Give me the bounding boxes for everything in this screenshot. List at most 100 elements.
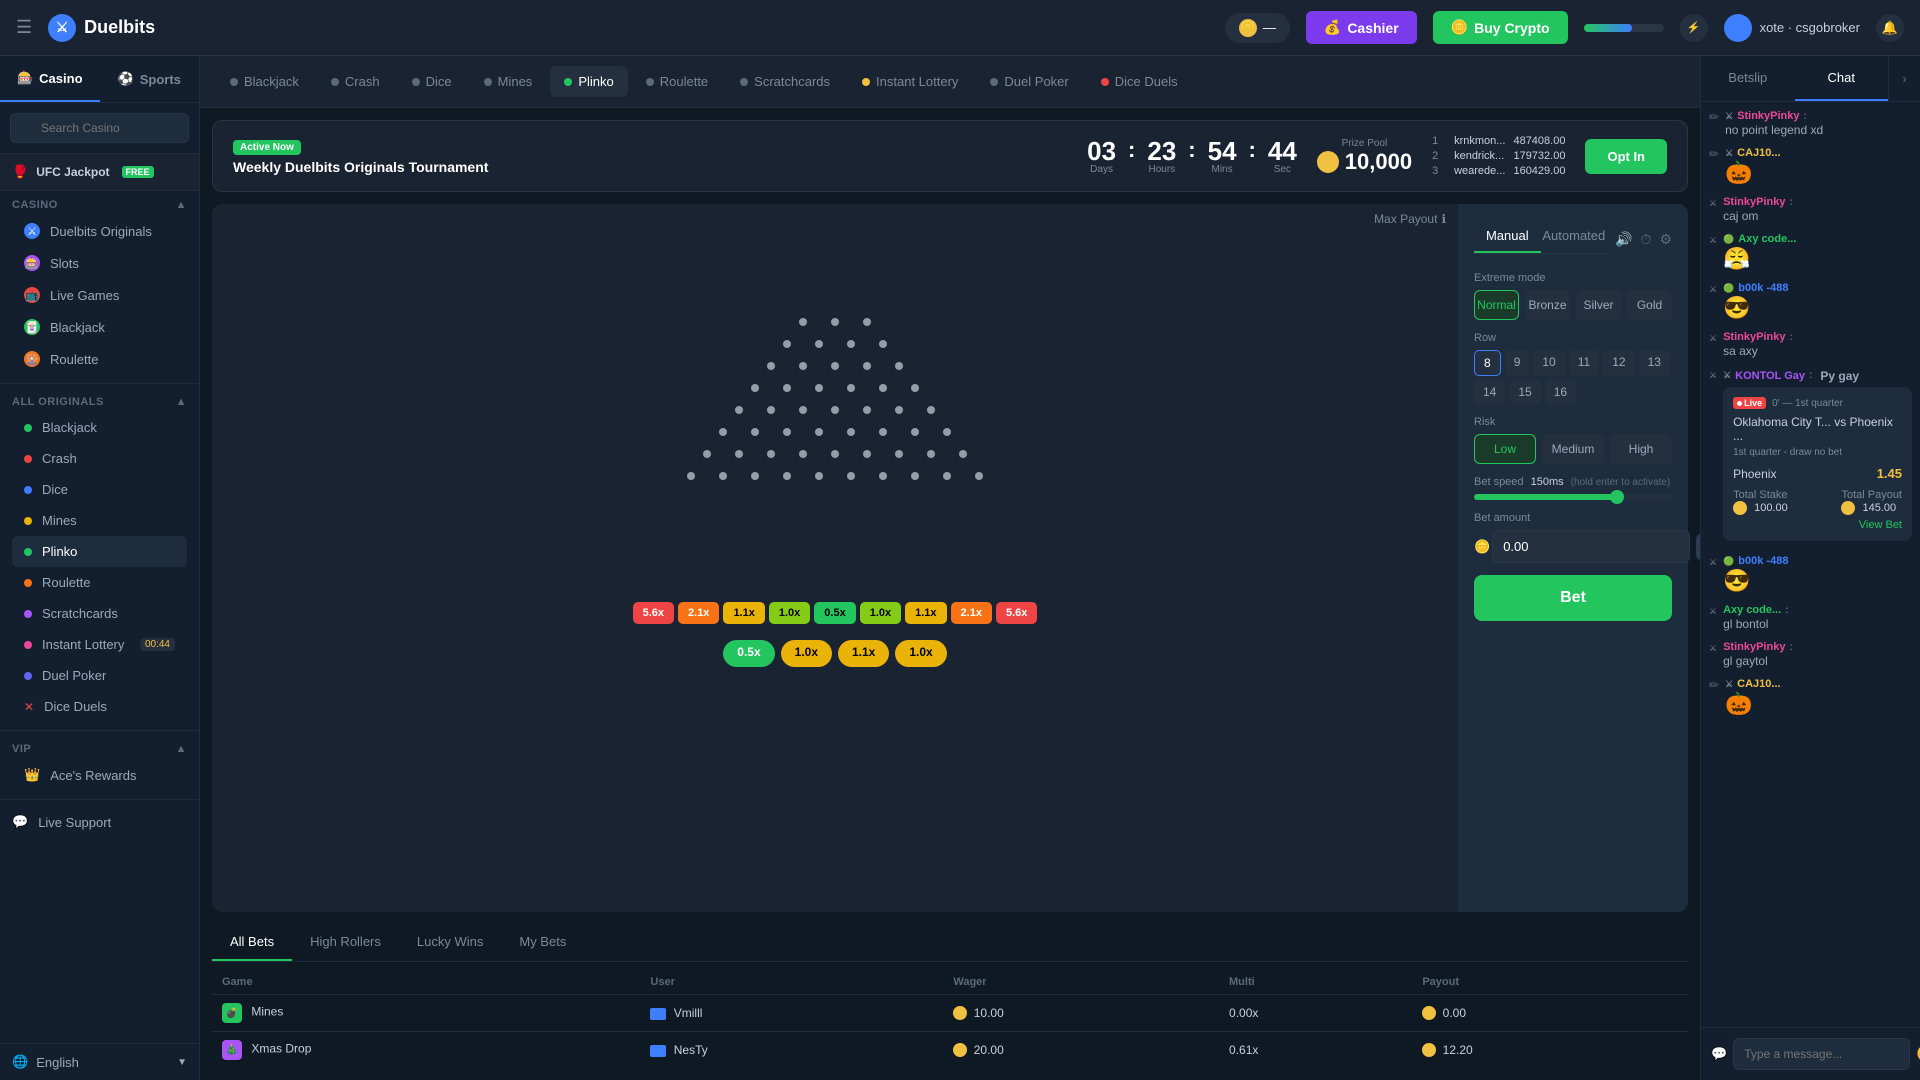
tab-high-rollers[interactable]: High Rollers — [292, 924, 399, 961]
bet-button[interactable]: Bet — [1474, 575, 1672, 621]
sidebar-item-aces-rewards[interactable]: 👑 Ace's Rewards — [12, 759, 187, 791]
originals-section-header[interactable]: All Originals ▲ — [12, 396, 187, 408]
sidebar-item-plinko[interactable]: Plinko — [12, 536, 187, 567]
bets-tabs: All Bets High Rollers Lucky Wins My Bets — [212, 924, 1688, 962]
logo-icon: ⚔ — [48, 14, 76, 42]
tab-manual[interactable]: Manual — [1474, 220, 1541, 253]
risk-high[interactable]: High — [1610, 434, 1672, 464]
cashier-icon: 💰 — [1324, 19, 1341, 36]
chat-bubble: 🟢 Axy code... 😤 — [1723, 233, 1912, 272]
tab-my-bets[interactable]: My Bets — [501, 924, 584, 961]
row-option-14[interactable]: 14 — [1474, 380, 1505, 404]
sidebar-item-live-support[interactable]: 💬 Live Support — [0, 804, 199, 840]
recent-bet-chip[interactable]: 0.5x — [723, 640, 774, 667]
prize-coin-icon — [1317, 151, 1339, 173]
bet-amount-input[interactable] — [1492, 530, 1690, 563]
originals-icon: ⚔ — [24, 223, 40, 239]
chat-input[interactable] — [1733, 1038, 1910, 1070]
ufc-jackpot[interactable]: 🥊 UFC Jackpot FREE — [0, 154, 199, 191]
option-silver[interactable]: Silver — [1576, 290, 1621, 320]
sidebar-item-blackjack[interactable]: 🃏 Blackjack — [12, 311, 187, 343]
vip-section-header[interactable]: VIP ▲ — [12, 743, 187, 755]
nav-instant-lottery[interactable]: Instant Lottery — [848, 66, 972, 97]
tab-automated[interactable]: Automated — [1541, 220, 1608, 253]
settings-icon[interactable]: ⚙ — [1659, 231, 1672, 248]
tab-all-bets[interactable]: All Bets — [212, 924, 292, 961]
row-option-13[interactable]: 13 — [1639, 350, 1670, 376]
bet-speed-slider[interactable] — [1474, 494, 1672, 500]
sword-badge: ⚔ — [1709, 235, 1717, 246]
nav-dice-duels[interactable]: Dice Duels — [1087, 66, 1192, 97]
sport-embed-header: Live 0' — 1st quarter — [1733, 397, 1902, 409]
recent-bet-chip[interactable]: 1.1x — [838, 640, 889, 667]
option-gold[interactable]: Gold — [1627, 290, 1672, 320]
multiplier-box: 1.1x — [905, 602, 946, 624]
option-bronze[interactable]: Bronze — [1525, 290, 1570, 320]
history-icon[interactable]: ⏱ — [1641, 231, 1652, 248]
row-option-15[interactable]: 15 — [1509, 380, 1540, 404]
payout-coin — [1422, 1006, 1436, 1020]
volume-icon[interactable]: 🔊 — [1615, 231, 1632, 248]
opt-in-button[interactable]: Opt In — [1585, 139, 1667, 174]
wager-coin — [953, 1006, 967, 1020]
right-chat-panel: Betslip Chat › ✏ ⚔ StinkyPinky : no poin… — [1700, 56, 1920, 1080]
sidebar-item-roulette[interactable]: 🎡 Roulette — [12, 343, 187, 375]
nav-dice[interactable]: Dice — [398, 66, 466, 97]
risk-low[interactable]: Low — [1474, 434, 1536, 464]
sidebar-item-mines[interactable]: Mines — [12, 505, 187, 536]
tab-lucky-wins[interactable]: Lucky Wins — [399, 924, 501, 961]
notification-bell[interactable]: 🔔 — [1876, 14, 1904, 42]
bets-section: All Bets High Rollers Lucky Wins My Bets… — [200, 924, 1700, 1080]
casino-section-header[interactable]: Casino ▲ — [12, 199, 187, 211]
sidebar-item-roulette-orig[interactable]: Roulette — [12, 567, 187, 598]
wager-cell: 20.00 — [943, 1032, 1219, 1069]
option-normal[interactable]: Normal — [1474, 290, 1519, 320]
sidebar-item-scratchcards[interactable]: Scratchcards — [12, 598, 187, 629]
sidebar-item-duelbits-originals[interactable]: ⚔ Duelbits Originals — [12, 215, 187, 247]
expand-icon[interactable]: › — [1888, 56, 1920, 101]
peg — [783, 340, 791, 348]
row-option-16[interactable]: 16 — [1545, 380, 1576, 404]
nav-crash[interactable]: Crash — [317, 66, 394, 97]
language-selector[interactable]: 🌐 English ▼ — [0, 1043, 199, 1080]
tab-chat[interactable]: Chat — [1795, 56, 1889, 101]
view-bet-button[interactable]: View Bet — [1733, 519, 1902, 531]
sidebar-tab-sports[interactable]: ⚽ Sports — [100, 56, 200, 102]
cashier-button[interactable]: 💰 Cashier — [1306, 11, 1417, 44]
buy-crypto-button[interactable]: 🪙 Buy Crypto — [1433, 11, 1568, 44]
recent-bet-chip[interactable]: 1.0x — [895, 640, 946, 667]
row-option-12[interactable]: 12 — [1603, 350, 1634, 376]
chat-tabs: Betslip Chat › — [1701, 56, 1920, 102]
tab-betslip[interactable]: Betslip — [1701, 56, 1795, 101]
nav-mines[interactable]: Mines — [470, 66, 547, 97]
bet-speed-thumb[interactable] — [1610, 490, 1624, 504]
row-option-10[interactable]: 10 — [1533, 350, 1564, 376]
nav-blackjack[interactable]: Blackjack — [216, 66, 313, 97]
row-option-8[interactable]: 8 — [1474, 350, 1501, 376]
nav-roulette[interactable]: Roulette — [632, 66, 722, 97]
sidebar-tab-casino[interactable]: 🎰 Casino — [0, 56, 100, 102]
recent-bet-chip[interactable]: 1.0x — [781, 640, 832, 667]
sidebar-item-instant-lottery[interactable]: Instant Lottery 00:44 — [12, 629, 187, 660]
row-option-9[interactable]: 9 — [1505, 350, 1530, 376]
nav-duel-poker[interactable]: Duel Poker — [976, 66, 1082, 97]
peg — [815, 428, 823, 436]
sidebar-item-crash[interactable]: Crash — [12, 443, 187, 474]
peg — [847, 340, 855, 348]
row-option-11[interactable]: 11 — [1569, 350, 1599, 376]
hamburger-icon[interactable]: ☰ — [16, 17, 32, 38]
emoji-button[interactable]: 😊 — [1916, 1044, 1920, 1064]
sidebar-item-duel-poker[interactable]: Duel Poker — [12, 660, 187, 691]
sidebar-item-live-games[interactable]: 📺 Live Games — [12, 279, 187, 311]
sidebar-item-dice-duels[interactable]: ✕ Dice Duels — [12, 691, 187, 722]
nav-scratchcards[interactable]: Scratchcards — [726, 66, 844, 97]
nav-plinko[interactable]: Plinko — [550, 66, 627, 97]
search-input[interactable] — [10, 113, 189, 143]
app-header: ☰ ⚔ Duelbits 🪙 — 💰 Cashier 🪙 Buy Crypto … — [0, 0, 1920, 56]
user-info[interactable]: xote · csgobroker — [1724, 14, 1860, 42]
sidebar-item-slots[interactable]: 🎰 Slots — [12, 247, 187, 279]
sidebar-item-blackjack-orig[interactable]: Blackjack — [12, 412, 187, 443]
user-flag — [650, 1045, 666, 1057]
sidebar-item-dice[interactable]: Dice — [12, 474, 187, 505]
risk-medium[interactable]: Medium — [1542, 434, 1604, 464]
